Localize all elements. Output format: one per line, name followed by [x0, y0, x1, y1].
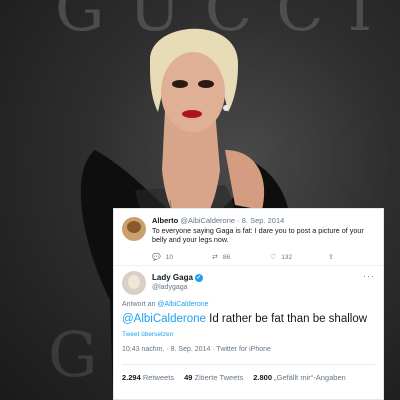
author-name-row: Lady Gaga ✓: [152, 273, 203, 282]
reply-to-label: Antwort an: [122, 301, 156, 308]
retweets-stat[interactable]: 2.294 Retweets: [122, 373, 174, 382]
tweet-date[interactable]: 8. Sep. 2014: [242, 216, 285, 225]
reply-count: 10: [165, 253, 173, 261]
likes-count: 2.800: [253, 373, 272, 382]
tweet-text: To everyone saying Gaga is fat: I dare y…: [152, 226, 364, 244]
tweet-timestamp[interactable]: 10:43 nachm. · 8. Sep. 2014 · Twitter fo…: [122, 346, 271, 353]
retweet-button[interactable]: ⇄ 86: [212, 253, 231, 262]
reply-to-mention[interactable]: @AlbiCalderone: [157, 301, 208, 308]
avatar[interactable]: [122, 271, 146, 295]
tweet-screenshot: Alberto @AlbiCalderone · 8. Sep. 2014 To…: [113, 208, 384, 400]
retweet-icon: ⇄: [212, 254, 218, 261]
translate-link[interactable]: Tweet übersetzen: [122, 331, 173, 338]
like-button[interactable]: ♡ 132: [270, 253, 293, 262]
heart-icon: ♡: [270, 254, 277, 261]
tweet-actions: 💬 10 ⇄ 86 ♡ 132 ⇪: [152, 253, 380, 263]
reply-button[interactable]: 💬 10: [152, 253, 173, 262]
retweets-label: Retweets: [142, 373, 175, 382]
tweet-text: @AlbiCalderone Id rather be fat than be …: [122, 313, 382, 325]
likes-stat[interactable]: 2.800 „Gefällt mir“-Angaben: [253, 373, 346, 382]
reply-tweet: Alberto @AlbiCalderone · 8. Sep. 2014 To…: [114, 209, 383, 266]
tweet-stats: 2.294 Retweets 49 Zitierte Tweets 2.800 …: [122, 373, 346, 382]
reply-tweet-header: Alberto @AlbiCalderone · 8. Sep. 2014: [152, 216, 284, 225]
tweet-body: Id rather be fat than be shallow: [209, 313, 368, 325]
retweet-count: 86: [222, 253, 231, 261]
reply-icon: 💬: [152, 254, 161, 261]
like-count: 132: [281, 253, 293, 261]
retweets-count: 2.294: [122, 373, 141, 382]
author-name[interactable]: Alberto: [152, 216, 178, 225]
quotes-count: 49: [184, 373, 193, 382]
divider: [122, 364, 375, 365]
more-options-icon[interactable]: ···: [363, 271, 375, 281]
likes-label: „Gefällt mir“-Angaben: [274, 373, 346, 382]
author-handle[interactable]: @AlbiCalderone: [180, 216, 235, 225]
author-name[interactable]: Lady Gaga: [152, 273, 193, 282]
photo-background: GUCCI G Alberto @AlbiCalderone · 8. Sep.…: [0, 0, 400, 400]
quotes-stat[interactable]: 49 Zitierte Tweets: [184, 373, 243, 382]
reply-context: Antwort an @AlbiCalderone: [122, 301, 209, 308]
verified-badge-icon: ✓: [194, 273, 203, 282]
avatar[interactable]: [122, 217, 146, 241]
quotes-label: Zitierte Tweets: [194, 373, 244, 382]
share-button[interactable]: ⇪: [328, 253, 334, 261]
mention-link[interactable]: @AlbiCalderone: [122, 313, 206, 325]
share-icon: ⇪: [328, 254, 334, 261]
separator-dot: ·: [237, 216, 240, 225]
author-handle[interactable]: @ladygaga: [152, 284, 188, 291]
